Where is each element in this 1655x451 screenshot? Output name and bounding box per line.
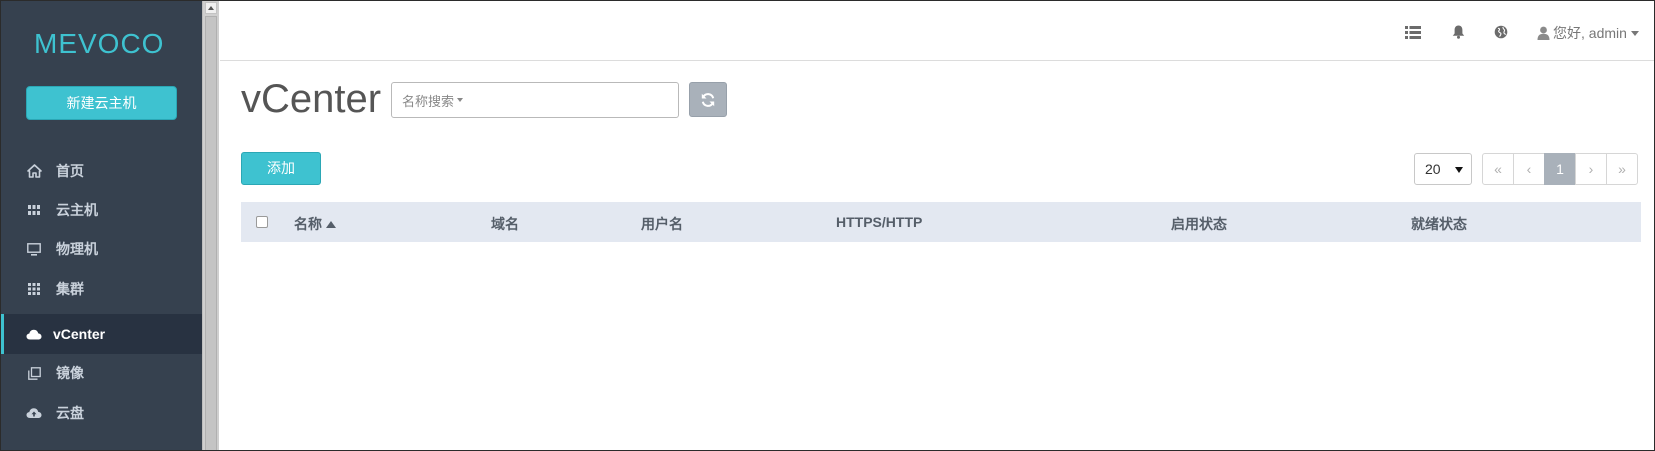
refresh-icon: [701, 92, 715, 107]
last-page-button[interactable]: »: [1606, 153, 1638, 185]
sidebar-item-label: 云主机: [56, 202, 98, 218]
column-header-protocol[interactable]: HTTPS/HTTP: [836, 214, 922, 230]
page-size-value: 20: [1425, 161, 1441, 177]
mevoco-logo: MEVOCO: [34, 27, 164, 59]
user-icon: [1537, 26, 1550, 40]
sidebar-item-home[interactable]: 首页: [1, 151, 202, 191]
sidebar-item-cluster[interactable]: 集群: [1, 269, 202, 309]
prev-page-button[interactable]: ‹: [1513, 153, 1545, 185]
first-page-button[interactable]: «: [1482, 153, 1514, 185]
sidebar-item-label: 集群: [56, 281, 84, 297]
image-copy-icon: [26, 365, 42, 381]
logo-text: MEVOCO: [34, 28, 164, 59]
bell-icon[interactable]: [1449, 23, 1467, 41]
search-type-dropdown[interactable]: 名称搜索: [402, 91, 464, 110]
search-type-label: 名称搜索: [402, 93, 455, 109]
column-header-ready-state[interactable]: 就绪状态: [1411, 214, 1467, 234]
refresh-button[interactable]: [689, 82, 727, 117]
search-box: 名称搜索: [391, 82, 679, 118]
sidebar-item-volume[interactable]: 云盘: [1, 393, 202, 433]
column-header-enabled-state[interactable]: 启用状态: [1171, 214, 1227, 234]
sidebar-item-image[interactable]: 镜像: [1, 353, 202, 393]
home-icon: [26, 163, 42, 179]
add-button[interactable]: 添加: [241, 152, 321, 185]
column-header-username[interactable]: 用户名: [641, 214, 683, 234]
sidebar-item-label: 镜像: [56, 365, 84, 381]
page-title: vCenter: [241, 77, 382, 121]
globe-icon[interactable]: [1492, 23, 1510, 41]
cloud-icon: [26, 326, 42, 342]
vm-grid-icon: [26, 202, 42, 218]
pagination: « ‹ 1 › »: [1482, 153, 1638, 185]
column-header-name[interactable]: 名称: [294, 214, 336, 234]
user-greeting: 您好, admin: [1553, 25, 1627, 41]
app-window: MEVOCO 新建云主机 首页 云主机 物理机 集群 vCenter 镜像 云盘…: [0, 0, 1655, 451]
chevron-down-icon: [1630, 30, 1639, 36]
sidebar: MEVOCO 新建云主机 首页 云主机 物理机 集群 vCenter 镜像 云盘: [1, 1, 202, 450]
user-menu[interactable]: 您好, admin: [1537, 24, 1639, 42]
sidebar-item-label: 物理机: [56, 241, 98, 257]
cluster-grid-icon: [26, 281, 42, 297]
scroll-up-arrow-icon[interactable]: [205, 2, 217, 14]
chevron-down-icon: [1455, 167, 1463, 173]
new-vm-button[interactable]: 新建云主机: [26, 86, 177, 120]
page-size-select[interactable]: 20: [1414, 153, 1472, 185]
chevron-down-icon: [457, 98, 464, 102]
column-header-label: 名称: [294, 216, 322, 232]
top-bar: [220, 1, 1654, 61]
next-page-button[interactable]: ›: [1575, 153, 1607, 185]
sort-ascending-icon: [326, 221, 336, 228]
search-input[interactable]: [469, 85, 678, 115]
sidebar-item-label: 首页: [56, 163, 84, 179]
sidebar-item-vcenter[interactable]: vCenter: [1, 314, 202, 354]
select-all-checkbox[interactable]: [256, 216, 268, 228]
monitor-icon: [26, 241, 42, 257]
scrollbar-thumb[interactable]: [205, 16, 217, 450]
cloud-upload-icon: [26, 405, 42, 421]
column-header-domain[interactable]: 域名: [491, 214, 519, 234]
current-page-button[interactable]: 1: [1544, 153, 1576, 185]
task-list-icon[interactable]: [1404, 23, 1422, 41]
sidebar-scrollbar[interactable]: [202, 1, 219, 450]
sidebar-item-label: vCenter: [53, 326, 106, 342]
sidebar-item-host[interactable]: 物理机: [1, 229, 202, 269]
sidebar-item-label: 云盘: [56, 405, 84, 421]
sidebar-item-vm[interactable]: 云主机: [1, 190, 202, 230]
table-header: 名称 域名 用户名 HTTPS/HTTP 启用状态 就绪状态: [241, 202, 1641, 242]
